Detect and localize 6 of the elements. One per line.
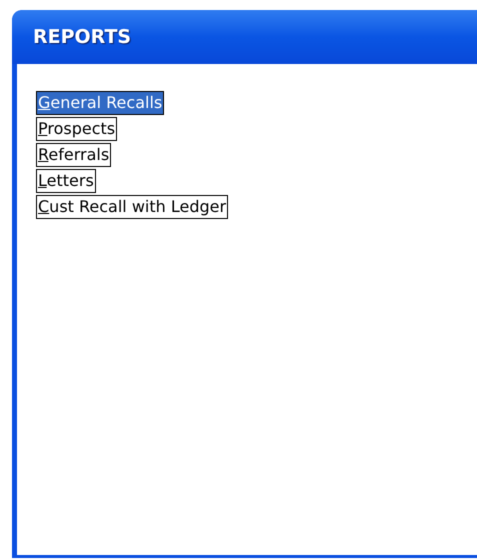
report-item[interactable]: Cust Recall with Ledger bbox=[36, 195, 228, 219]
report-item[interactable]: Letters bbox=[36, 169, 96, 193]
report-item[interactable]: Referrals bbox=[36, 143, 112, 167]
report-item[interactable]: General Recalls bbox=[36, 91, 164, 115]
report-item[interactable]: Prospects bbox=[36, 117, 118, 141]
window-title: REPORTS bbox=[12, 10, 477, 64]
